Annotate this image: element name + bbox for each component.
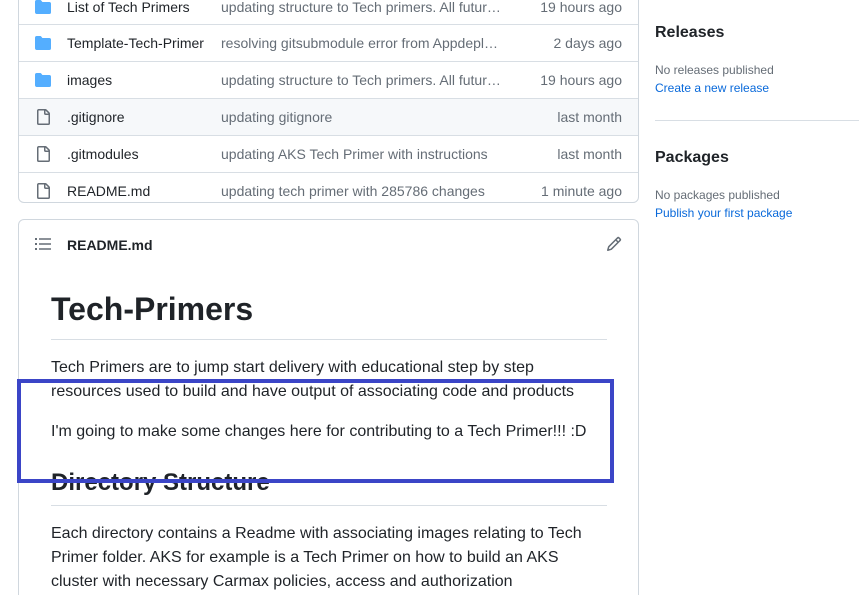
file-icon xyxy=(37,183,50,199)
file-name[interactable]: List of Tech Primers xyxy=(67,0,190,15)
file-name[interactable]: .gitmodules xyxy=(67,146,139,162)
commit-age: last month xyxy=(557,109,622,125)
file-name[interactable]: images xyxy=(67,72,112,88)
file-name[interactable]: .gitignore xyxy=(67,109,125,125)
file-icon xyxy=(37,146,50,162)
readme-heading: Tech-Primers xyxy=(51,269,607,340)
commit-message[interactable]: updating structure to Tech primers. All … xyxy=(221,0,505,15)
file-icon xyxy=(37,109,50,125)
folder-icon xyxy=(35,0,51,14)
list-unordered-icon[interactable] xyxy=(35,237,51,251)
commit-message[interactable]: updating structure to Tech primers. All … xyxy=(221,72,505,88)
packages-empty-text: No packages published xyxy=(655,188,780,202)
readme-header: README.md xyxy=(19,220,638,269)
packages-heading[interactable]: Packages xyxy=(655,149,729,167)
releases-empty-text: No releases published xyxy=(655,63,774,77)
commit-age: 19 hours ago xyxy=(540,72,622,88)
readme-paragraph: Each directory contains a Readme with as… xyxy=(51,525,582,590)
create-release-link[interactable]: Create a new release xyxy=(655,81,769,95)
readme-subheading: Directory Structure xyxy=(51,468,607,506)
commit-message[interactable]: updating tech primer with 285786 changes xyxy=(221,183,505,199)
commit-age: 2 days ago xyxy=(553,35,623,51)
readme-content: Tech-Primers Tech Primers are to jump st… xyxy=(51,269,607,595)
commit-message[interactable]: updating gitignore xyxy=(221,109,505,125)
releases-heading[interactable]: Releases xyxy=(655,24,724,42)
readme-paragraph: Tech Primers are to jump start delivery … xyxy=(51,359,575,400)
file-name[interactable]: README.md xyxy=(67,183,150,199)
folder-icon xyxy=(35,36,51,50)
readme-paragraph: I'm going to make some changes here for … xyxy=(51,423,587,440)
publish-package-link[interactable]: Publish your first package xyxy=(655,206,792,220)
folder-icon xyxy=(35,73,51,87)
file-row-readme[interactable]: README.md updating tech primer with 2857… xyxy=(19,172,638,202)
sidebar-divider xyxy=(655,120,859,121)
file-row-images[interactable]: images updating structure to Tech primer… xyxy=(19,61,638,98)
file-row-gitignore[interactable]: .gitignore updating gitignore last month xyxy=(19,98,638,135)
commit-age: 19 hours ago xyxy=(540,0,622,15)
file-list: List of Tech Primers updating structure … xyxy=(18,0,639,203)
file-row-gitmodules[interactable]: .gitmodules updating AKS Tech Primer wit… xyxy=(19,135,638,172)
commit-message[interactable]: updating AKS Tech Primer with instructio… xyxy=(221,146,505,162)
commit-message[interactable]: resolving gitsubmodule error from Appdep… xyxy=(221,35,505,51)
commit-age: last month xyxy=(557,146,622,162)
file-name[interactable]: Template-Tech-Primer xyxy=(67,35,204,51)
file-row-template-tech-primer[interactable]: Template-Tech-Primer resolving gitsubmod… xyxy=(19,24,638,61)
pencil-icon[interactable] xyxy=(606,236,622,252)
file-row-list-of-tech-primers[interactable]: List of Tech Primers updating structure … xyxy=(19,0,638,26)
commit-age: 1 minute ago xyxy=(541,183,622,199)
readme-filename[interactable]: README.md xyxy=(67,237,153,253)
readme-panel: README.md Tech-Primers Tech Primers are … xyxy=(18,219,639,595)
